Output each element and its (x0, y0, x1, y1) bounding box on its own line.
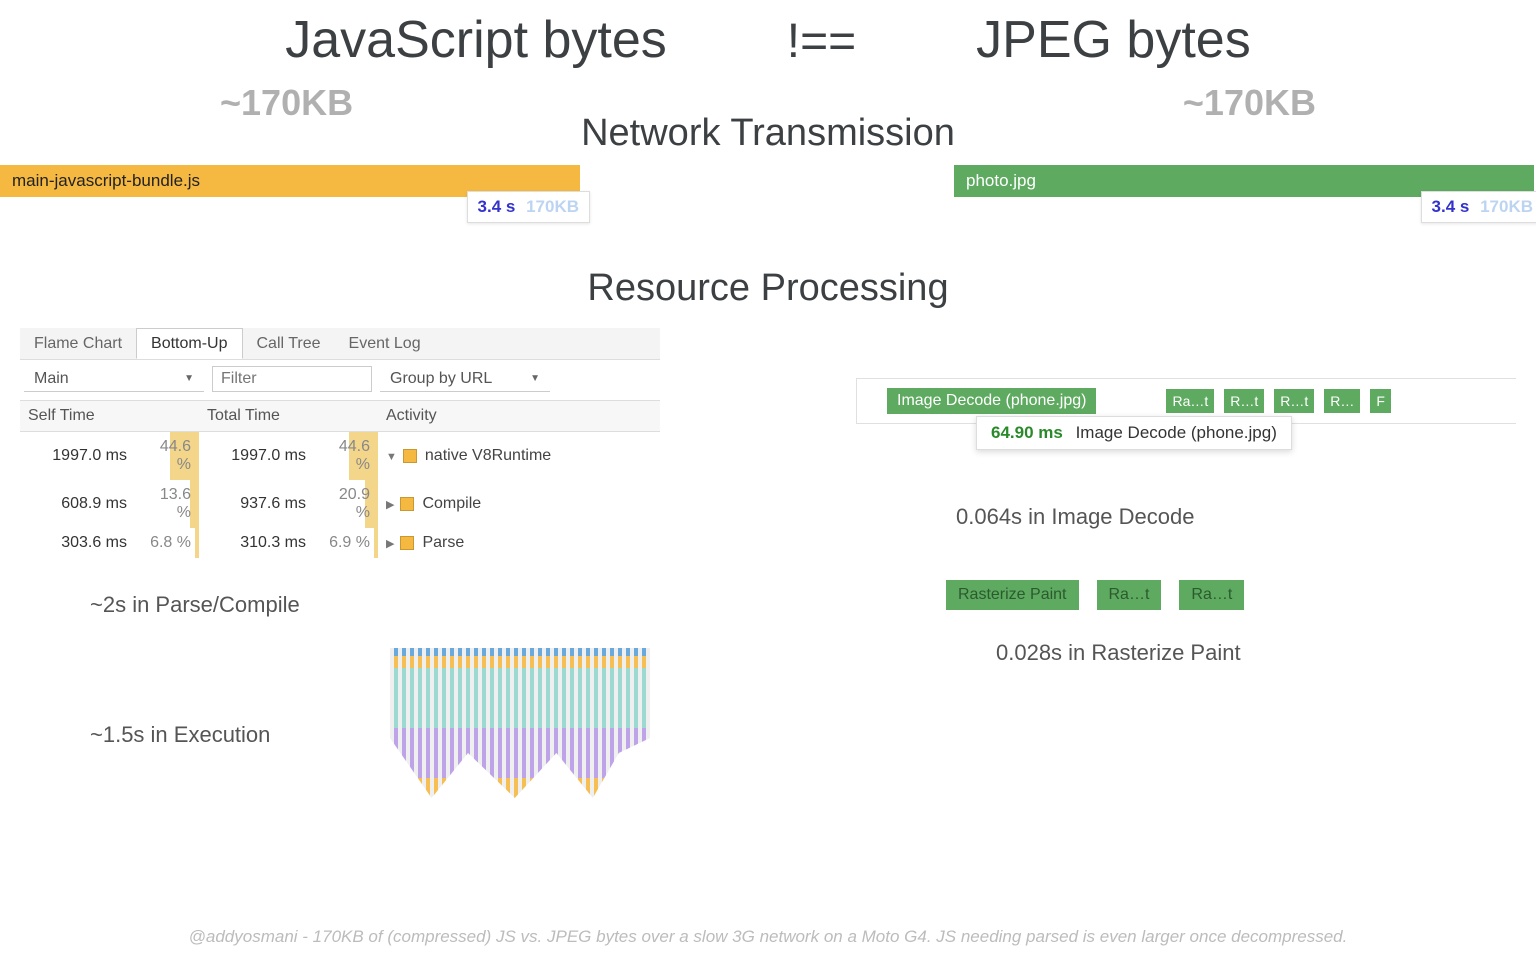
summary-execution: ~1.5s in Execution (90, 722, 270, 748)
total-time: 310.3 ms (199, 528, 314, 558)
rasterize-track: Rasterize Paint Ra…t Ra…t (946, 580, 1516, 610)
thread-select[interactable]: Main ▼ (24, 366, 204, 392)
section-processing-title: Resource Processing (0, 267, 1536, 310)
col-total-time[interactable]: Total Time (199, 401, 378, 432)
network-badge-js-size: 170KB (526, 197, 579, 216)
self-time: 1997.0 ms (20, 432, 135, 481)
activity-label: native V8Runtime (425, 447, 551, 464)
devtools-panel: Flame Chart Bottom-Up Call Tree Event Lo… (20, 328, 660, 798)
rasterize-chip: Ra…t (1179, 580, 1244, 610)
decode-chip-main: Image Decode (phone.jpg) (887, 388, 1096, 414)
tab-bottom-up[interactable]: Bottom-Up (136, 328, 242, 359)
profile-table: Self Time Total Time Activity 1997.0 ms4… (20, 400, 660, 558)
network-badge-js: 3.4 s 170KB (467, 191, 590, 223)
devtools-tabs: Flame Chart Bottom-Up Call Tree Event Lo… (20, 328, 660, 360)
tab-event-log[interactable]: Event Log (335, 328, 435, 359)
headline-right: JPEG bytes (976, 10, 1251, 70)
network-badge-jpeg-time: 3.4 s (1432, 197, 1470, 216)
activity-cell: ▼ native V8Runtime (378, 432, 660, 481)
decode-tooltip: 64.90 ms Image Decode (phone.jpg) (976, 416, 1292, 450)
table-row[interactable]: 303.6 ms6.8 %310.3 ms6.9 % ▶ Parse (20, 528, 660, 558)
tab-call-tree[interactable]: Call Tree (243, 328, 335, 359)
summary-rasterize: 0.028s in Rasterize Paint (996, 640, 1516, 666)
decode-chip-small: F (1370, 389, 1391, 413)
activity-cell: ▶ Compile (378, 480, 660, 528)
headline-left: JavaScript bytes (285, 10, 667, 70)
total-pct: 20.9 % (314, 480, 378, 528)
decode-chip-small: R… (1324, 389, 1360, 413)
self-pct: 6.8 % (135, 528, 199, 558)
table-row[interactable]: 1997.0 ms44.6 %1997.0 ms44.6 %▼native V8… (20, 432, 660, 481)
self-time: 303.6 ms (20, 528, 135, 558)
thread-select-value: Main (34, 370, 69, 388)
summary-parse-compile: ~2s in Parse/Compile (90, 592, 660, 618)
total-pct: 6.9 % (314, 528, 378, 558)
network-badge-jpeg-size: 170KB (1480, 197, 1533, 216)
self-pct: 13.6 % (135, 480, 199, 528)
size-left: ~170KB (220, 82, 353, 124)
rasterize-chip: Ra…t (1097, 580, 1162, 610)
image-decode-panel: Image Decode (phone.jpg) Ra…t R…t R…t R…… (856, 328, 1516, 666)
chevron-down-icon: ▼ (184, 373, 194, 384)
decode-chip-small: R…t (1274, 389, 1314, 413)
total-pct: 44.6 % (314, 432, 378, 481)
activity-swatch-icon (400, 536, 414, 550)
filter-input[interactable] (212, 366, 372, 392)
footer-credit: @addyosmani - 170KB of (compressed) JS v… (0, 927, 1536, 947)
group-by-value: Group by URL (390, 370, 492, 388)
network-bar-js: main-javascript-bundle.js 3.4 s 170KB (0, 165, 580, 197)
headline-operator: !== (787, 14, 856, 69)
table-row[interactable]: 608.9 ms13.6 %937.6 ms20.9 % ▶ Compile (20, 480, 660, 528)
activity-cell: ▶ Parse (378, 528, 660, 558)
network-bar-jpeg: photo.jpg 3.4 s 170KB (954, 165, 1534, 197)
summary-image-decode: 0.064s in Image Decode (956, 504, 1516, 530)
expand-icon[interactable]: ▶ (386, 499, 394, 511)
flame-graph (390, 648, 650, 798)
self-time: 608.9 ms (20, 480, 135, 528)
activity-label: Parse (422, 534, 464, 551)
network-badge-jpeg: 3.4 s 170KB (1421, 191, 1536, 223)
expand-icon[interactable]: ▶ (386, 538, 394, 550)
decode-chip-small: R…t (1224, 389, 1264, 413)
col-self-time[interactable]: Self Time (20, 401, 199, 432)
self-pct: 44.6 % (135, 432, 199, 481)
rasterize-chip: Rasterize Paint (946, 580, 1079, 610)
group-by-select[interactable]: Group by URL ▼ (380, 366, 550, 392)
col-activity[interactable]: Activity (378, 401, 660, 432)
network-badge-js-time: 3.4 s (478, 197, 516, 216)
decode-tooltip-label: Image Decode (phone.jpg) (1076, 423, 1277, 442)
total-time: 937.6 ms (199, 480, 314, 528)
activity-label: Compile (422, 495, 481, 512)
activity-swatch-icon (400, 497, 414, 511)
decode-tooltip-time: 64.90 ms (991, 423, 1063, 442)
expand-icon[interactable]: ▼ (386, 451, 397, 463)
total-time: 1997.0 ms (199, 432, 314, 481)
tab-flame-chart[interactable]: Flame Chart (20, 328, 136, 359)
activity-swatch-icon (403, 449, 417, 463)
chevron-down-icon: ▼ (530, 373, 540, 384)
size-right: ~170KB (1183, 82, 1316, 124)
decode-chip-small: Ra…t (1166, 389, 1214, 413)
